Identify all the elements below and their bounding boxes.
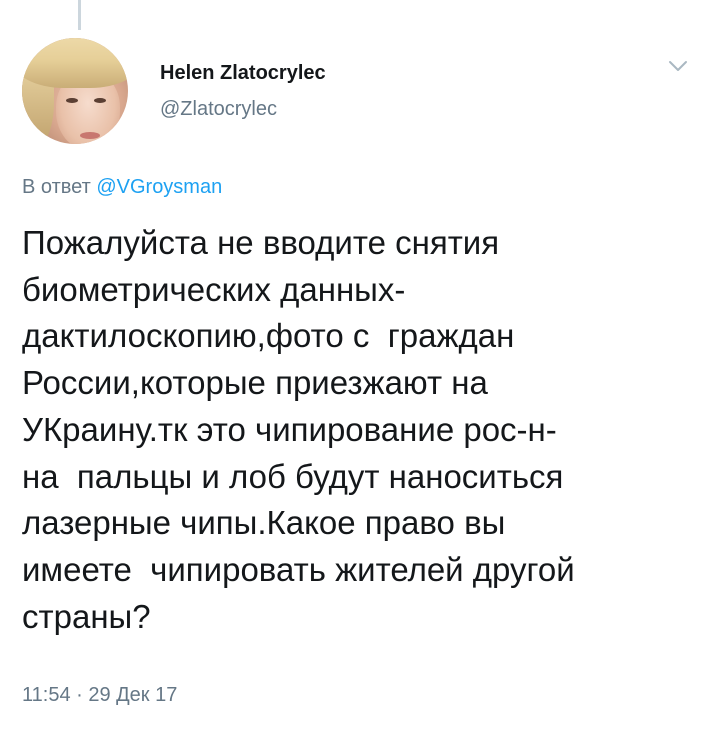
chevron-down-icon[interactable] [666, 54, 690, 78]
thread-connector-line [78, 0, 81, 30]
tweet-timestamp[interactable]: 11:54 · 29 Дек 17 [22, 684, 177, 707]
reply-context: В ответ @VGroysman [22, 176, 222, 199]
author-name[interactable]: Helen Zlatocrylec [160, 62, 326, 85]
reply-prefix: В ответ [22, 176, 97, 198]
author-handle[interactable]: @Zlatocrylec [160, 98, 277, 121]
avatar[interactable] [22, 38, 128, 144]
reply-mention-link[interactable]: @VGroysman [96, 176, 222, 198]
tweet-text: Пожалуйста не вводите снятия биометричес… [22, 224, 575, 635]
